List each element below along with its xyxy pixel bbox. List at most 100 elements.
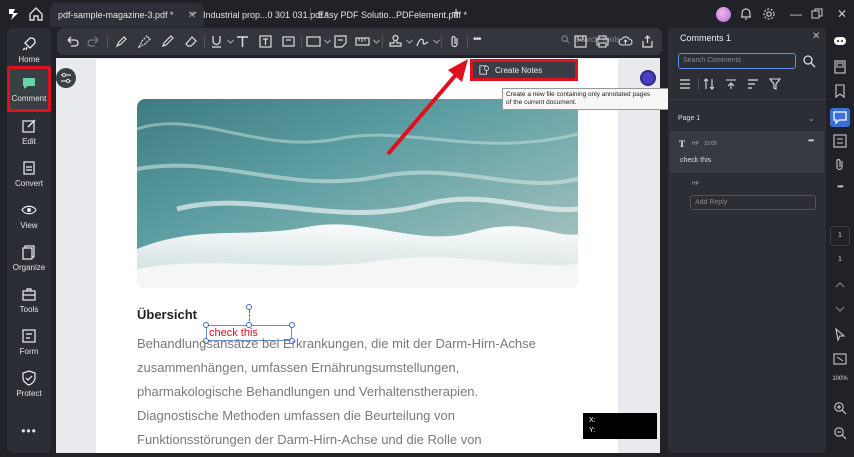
thumbnail-icon[interactable] (833, 60, 847, 74)
chevron-up-icon[interactable] (833, 278, 847, 292)
collapse-all-icon[interactable] (724, 77, 738, 91)
search-comments-input[interactable]: Search Comments (678, 53, 796, 69)
comment-icon (23, 78, 35, 89)
resize-handle-top-right[interactable] (289, 322, 295, 328)
nav-protect[interactable]: Protect (7, 370, 51, 398)
sort-icon[interactable] (702, 77, 716, 91)
filter-settings-button[interactable] (56, 68, 76, 88)
minimize-icon[interactable]: — (788, 6, 804, 22)
list-icon[interactable] (678, 77, 692, 91)
more-panels-icon[interactable]: ••• (833, 182, 847, 196)
tooltip-line: of the current document. (506, 99, 577, 106)
search-tools[interactable]: Search Tools (561, 35, 620, 44)
attachment-icon[interactable] (447, 34, 462, 49)
close-window-icon[interactable]: ✕ (834, 6, 850, 22)
attachment-icon[interactable] (833, 158, 847, 172)
add-reply-input[interactable]: Add Reply (690, 195, 816, 210)
zoom-level[interactable]: 100% (828, 376, 852, 382)
undo-icon[interactable] (65, 34, 80, 49)
cloud-upload-icon[interactable] (618, 34, 633, 49)
tab-pdf-sample-magazine[interactable]: pdf-sample-magazine-3.pdf * ✕ (50, 3, 204, 27)
ai-assistant-icon[interactable] (640, 70, 656, 86)
chevron-down-icon[interactable] (429, 34, 440, 49)
nav-tools[interactable]: Tools (7, 286, 51, 314)
gear-icon[interactable] (762, 7, 776, 21)
print-icon[interactable] (595, 34, 610, 49)
resize-handle-top-left[interactable] (203, 322, 209, 328)
paragraph-line: pharmakologische Behandlungen und Verhal… (137, 384, 479, 399)
comment-item[interactable]: T HP 23:05 ••• check this (670, 131, 824, 173)
close-panel-icon[interactable]: ✕ (812, 31, 820, 42)
measure-icon[interactable] (355, 34, 370, 49)
share-icon[interactable] (640, 34, 655, 49)
zoom-in-icon[interactable] (833, 401, 847, 415)
tab-easy-pdf[interactable]: Easy PDF Solutio...PDFelement.pdf * (318, 3, 467, 27)
comments-panel-toggle[interactable] (830, 108, 850, 127)
chevron-down-icon[interactable] (223, 34, 234, 49)
sticky-note-icon[interactable] (333, 34, 348, 49)
avatar[interactable] (716, 7, 731, 22)
redo-icon[interactable] (86, 34, 101, 49)
page-group-label[interactable]: Page 1 (678, 115, 700, 122)
resize-handle-top[interactable] (246, 322, 252, 328)
toolbar-divider (441, 35, 442, 48)
bookmark-icon[interactable] (833, 84, 847, 98)
zoom-out-icon[interactable] (833, 426, 847, 440)
area-highlight-icon[interactable] (137, 34, 152, 49)
nav-label: Comment (11, 94, 47, 103)
left-navigation: Home Comment Edit Convert View Organize … (7, 28, 51, 453)
x-coordinate-label: X: (589, 417, 596, 424)
more-nav-icon[interactable]: ••• (7, 424, 51, 438)
filter-icon[interactable] (768, 77, 782, 91)
stamp-icon[interactable] (388, 34, 403, 49)
chevron-down-icon[interactable] (833, 302, 847, 316)
select-cursor-icon[interactable] (833, 328, 847, 342)
chevron-down-icon[interactable] (369, 34, 380, 49)
rotate-handle[interactable] (246, 304, 252, 310)
eraser-icon[interactable] (183, 34, 198, 49)
text-tool-icon[interactable] (235, 34, 250, 49)
home-icon[interactable] (28, 6, 44, 22)
highlighter-icon[interactable] (114, 34, 129, 49)
app-logo-icon (7, 6, 23, 22)
more-tools-icon[interactable]: ••• (473, 34, 488, 49)
search-icon[interactable] (802, 54, 816, 68)
paragraph-line: zusammenhängen, umfassen Ernährungsumste… (137, 360, 460, 375)
nav-comment[interactable]: Comment (7, 66, 51, 112)
fit-page-icon[interactable] (833, 352, 847, 366)
chevron-down-icon[interactable] (320, 34, 331, 49)
callout-icon[interactable] (281, 34, 296, 49)
restore-icon[interactable] (811, 8, 823, 20)
nav-view[interactable]: View (7, 202, 51, 230)
title-bar: pdf-sample-magazine-3.pdf * ✕ Industrial… (0, 0, 854, 28)
nav-convert[interactable]: Convert (7, 160, 51, 188)
new-tab-icon[interactable]: + (448, 6, 464, 22)
nav-edit[interactable]: Edit (7, 118, 51, 146)
pencil-icon[interactable] (160, 34, 175, 49)
nav-home[interactable]: Home (7, 36, 51, 64)
chevron-down-icon[interactable]: ⌄ (808, 114, 815, 123)
signature-icon[interactable] (415, 34, 430, 49)
page-number-input[interactable]: 1 (830, 226, 850, 246)
form-fields-icon[interactable] (833, 134, 847, 148)
underline-icon[interactable] (209, 34, 224, 49)
create-notes-menu-item[interactable]: Create Notes (470, 59, 578, 81)
comment-more-icon[interactable]: ••• (808, 136, 814, 145)
ai-chat-icon[interactable] (833, 34, 847, 48)
save-icon[interactable] (573, 34, 588, 49)
nav-label: Organize (12, 263, 46, 272)
paragraph-line: Diagnostische Methoden umfassen die Beur… (137, 408, 455, 423)
toolbar-divider (301, 35, 302, 48)
paragraph-line: Behandlungsansätze bei Erkrankungen, die… (137, 336, 536, 351)
nav-organize[interactable]: Organize (7, 244, 51, 272)
textbox-icon[interactable] (258, 34, 273, 49)
comment-text: check this (680, 157, 712, 164)
edit-icon (22, 119, 36, 133)
tab-chevron-icon[interactable] (189, 10, 197, 18)
chevron-down-icon[interactable] (402, 34, 413, 49)
shape-icon[interactable] (306, 34, 321, 49)
nav-form[interactable]: Form (7, 328, 51, 356)
text-comment-icon: T (679, 139, 686, 149)
sort-descending-icon[interactable] (746, 77, 760, 91)
bell-icon[interactable] (739, 7, 753, 21)
